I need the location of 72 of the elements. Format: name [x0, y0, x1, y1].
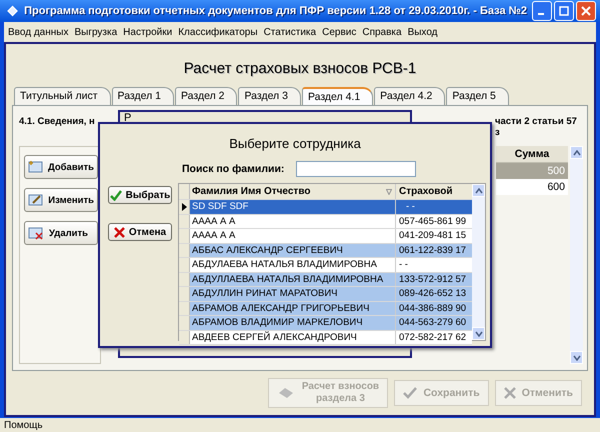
column-header[interactable]: Фамилия Имя Отчество: [190, 184, 396, 199]
table-cell[interactable]: АБРАМОВ АЛЕКСАНДР ГРИГОРЬЕВИЧ: [190, 302, 396, 315]
table-cell[interactable]: АБДУЛАЕВА НАТАЛЬЯ ВЛАДИМИРОВНА: [190, 258, 396, 272]
menu-item[interactable]: Справка: [362, 26, 402, 38]
search-label: Поиск по фамилии:: [182, 163, 284, 175]
tab[interactable]: Раздел 1: [112, 87, 174, 105]
cross-icon: [114, 226, 125, 238]
column-header: Сумма: [496, 146, 568, 163]
row-header[interactable]: [179, 200, 190, 214]
add-row-icon: [28, 160, 43, 174]
section-heading: части 2 статьи 57: [495, 116, 578, 127]
column-header[interactable]: Страховой: [396, 184, 472, 199]
scrollbar[interactable]: [570, 146, 583, 364]
close-button[interactable]: [576, 1, 596, 21]
table-cell[interactable]: АААА А А: [190, 214, 396, 228]
cancel-button[interactable]: Отмена: [108, 223, 172, 241]
table-cell[interactable]: - -: [396, 200, 472, 214]
menu-item[interactable]: Выгрузка: [74, 26, 118, 38]
table-cell[interactable]: 061-122-839 17: [396, 244, 472, 257]
table-cell[interactable]: - -: [396, 258, 472, 272]
status-text: Помощь: [4, 420, 43, 430]
close-icon: [581, 6, 591, 16]
table-cell[interactable]: 072-582-217 62: [396, 330, 472, 344]
row-pointer-icon: [182, 202, 186, 211]
cross-icon: [504, 387, 516, 399]
table-cell[interactable]: АААА А А: [190, 229, 396, 242]
delete-row-icon: [28, 226, 44, 240]
edit-button[interactable]: Изменить: [24, 188, 98, 212]
table-cell[interactable]: АБРАМОВ ВЛАДИМИР МАРКЕЛОВИЧ: [190, 316, 396, 330]
table-cell[interactable]: 057-465-861 99: [396, 214, 472, 228]
minimize-icon: [538, 13, 544, 15]
table-cell[interactable]: 044-563-279 60: [396, 316, 472, 330]
section-heading: 4.1. Сведения, н: [19, 116, 95, 129]
table-cell[interactable]: АБДУЛЛАЕВА НАТАЛЬЯ ВЛАДИМИРОВНА: [190, 272, 396, 286]
app-icon: [6, 4, 20, 18]
table-cell[interactable]: 041-209-481 15: [396, 229, 472, 242]
maximize-icon: [559, 6, 569, 16]
table-cell[interactable]: 044-386-889 90: [396, 302, 472, 315]
menu-item[interactable]: Сервис: [322, 26, 356, 38]
edit-icon: [28, 193, 44, 207]
tab[interactable]: Раздел 3: [238, 87, 301, 105]
maximize-button[interactable]: [554, 1, 574, 21]
table-cell[interactable]: 133-572-912 57: [396, 272, 472, 286]
search-field[interactable]: [296, 161, 416, 177]
menu-item[interactable]: Настройки: [123, 26, 172, 38]
form-title: Расчет страховых взносов РСВ-1: [182, 59, 418, 79]
menu-item[interactable]: Выход: [408, 26, 438, 38]
table-cell[interactable]: SD SDF SDF: [190, 200, 396, 214]
tab[interactable]: Титульный лист: [14, 87, 111, 105]
minimize-button[interactable]: [532, 1, 552, 21]
table-cell[interactable]: АБДУЛЛИН РИНАТ МАРАТОВИЧ: [190, 287, 396, 300]
tab[interactable]: Раздел 4.2: [374, 87, 446, 105]
scrollbar[interactable]: [472, 184, 485, 340]
select-button[interactable]: Выбрать: [108, 186, 172, 204]
window-title: Программа подготовки отчетных документов для ПФР версии 1.28 от 29.03.2010г. - База №2: [24, 5, 527, 17]
checkmark-icon: [403, 387, 418, 399]
window-title: Р: [124, 112, 132, 124]
menu-item[interactable]: Ввод данных: [8, 26, 68, 38]
table-cell[interactable]: АББАС АЛЕКСАНДР СЕРГЕЕВИЧ: [190, 244, 396, 257]
table-cell[interactable]: АВДЕЕВ СЕРГЕЙ АЛЕКСАНДРОВИЧ: [190, 330, 396, 344]
checkmark-icon: [110, 190, 122, 200]
tab[interactable]: Раздел 5: [446, 87, 509, 105]
delete-button[interactable]: Удалить: [24, 221, 98, 245]
tab[interactable]: Раздел 4.1: [302, 87, 374, 105]
tab[interactable]: Раздел 2: [175, 87, 238, 105]
add-button[interactable]: Добавить: [24, 155, 98, 179]
table-cell[interactable]: 089-426-652 13: [396, 287, 472, 300]
section-heading: з: [495, 127, 501, 138]
filter-icon: [386, 188, 392, 194]
menu-item[interactable]: Статистика: [264, 26, 316, 38]
menu-item[interactable]: Классификаторы: [178, 26, 258, 38]
dialog-title: Выберите сотрудника: [228, 135, 362, 153]
